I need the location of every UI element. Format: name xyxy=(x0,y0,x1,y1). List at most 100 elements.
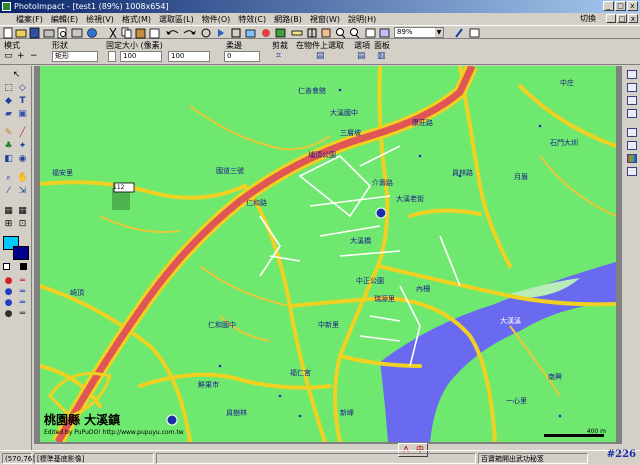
document-panel-icon[interactable] xyxy=(627,128,637,137)
web-icon[interactable] xyxy=(87,28,97,38)
options-button[interactable]: ▤ xyxy=(357,51,366,62)
transform-tool-icon[interactable]: ⇲ xyxy=(17,186,28,197)
swap-colors-icon[interactable] xyxy=(3,263,10,270)
wand-tool-icon[interactable]: ◆ xyxy=(3,96,14,107)
dropper-icon[interactable] xyxy=(455,28,463,38)
layer-icon[interactable] xyxy=(275,28,286,38)
hand-icon[interactable] xyxy=(321,28,331,38)
background-color-swatch[interactable] xyxy=(13,246,29,260)
close-button[interactable]: x xyxy=(627,1,638,11)
fixed-size-checkbox[interactable] xyxy=(108,51,116,62)
blue-palette-icon[interactable]: ● xyxy=(3,298,14,309)
feather-field[interactable]: 0 xyxy=(224,51,260,62)
button-designer-icon[interactable]: ⊡ xyxy=(17,219,28,230)
paint-tool-icon[interactable]: ✎ xyxy=(3,128,14,139)
doc-restore-button[interactable]: □ xyxy=(617,14,627,23)
menu-selection[interactable]: 選取區(L) xyxy=(159,14,194,25)
height-field[interactable]: 100 xyxy=(168,51,210,62)
text-tool-icon[interactable]: T xyxy=(17,96,28,107)
info-panel-icon[interactable] xyxy=(627,167,637,176)
copy-icon[interactable] xyxy=(121,27,132,39)
crop-button[interactable]: ⌗ xyxy=(276,51,281,62)
width-field[interactable]: 100 xyxy=(120,51,162,62)
doc-close-button[interactable]: x xyxy=(628,14,638,23)
zoom-out-icon[interactable] xyxy=(350,28,360,39)
menu-format[interactable]: 格式(M) xyxy=(122,14,151,25)
shape-select[interactable]: 矩形 xyxy=(52,51,98,62)
brush-tool-icon[interactable]: ╱ xyxy=(17,128,28,139)
undo-icon[interactable] xyxy=(166,30,179,35)
scan-icon[interactable] xyxy=(71,28,83,38)
menu-effect[interactable]: 特效(C) xyxy=(238,14,266,25)
blue-palette-icon[interactable]: ● xyxy=(3,287,14,298)
maximize-button[interactable]: □ xyxy=(615,1,626,11)
menu-web[interactable]: 網路(B) xyxy=(274,14,302,25)
ruler-icon[interactable] xyxy=(291,30,303,36)
blue-palette-icon[interactable]: ═ xyxy=(17,287,28,298)
color-panel-icon[interactable] xyxy=(627,154,637,163)
paste-icon[interactable] xyxy=(135,28,146,39)
pick-tool-icon[interactable]: ↖ xyxy=(11,70,22,81)
rotate-icon[interactable] xyxy=(201,28,211,38)
eyedropper-tool-icon[interactable]: ⁄ xyxy=(3,186,14,197)
preview-icon[interactable] xyxy=(57,27,67,39)
doc-minimize-button[interactable]: _ xyxy=(606,14,616,23)
menu-window[interactable]: 視窗(W) xyxy=(310,14,340,25)
photoimpact-app-icon[interactable] xyxy=(2,2,11,11)
retouch-tool-icon[interactable]: ✦ xyxy=(17,141,28,152)
gray-palette-icon[interactable]: ● xyxy=(3,309,14,320)
save-icon[interactable] xyxy=(29,27,40,39)
gray-palette-icon[interactable]: ═ xyxy=(17,309,28,320)
map-image[interactable]: 112 仁善會館 大溪國中 三層坡 埔頂公園 員林路 國道三號 介壽路 仁和路 … xyxy=(40,66,616,442)
menu-object[interactable]: 物件(O) xyxy=(202,14,231,25)
blue-palette-icon[interactable]: ═ xyxy=(17,298,28,309)
web-tool-icon[interactable]: ▦ xyxy=(3,206,14,217)
open-icon[interactable] xyxy=(15,29,27,38)
reset-colors-icon[interactable] xyxy=(20,263,27,270)
subtract-mode-icon[interactable]: − xyxy=(30,51,38,62)
menu-file[interactable]: 檔案(F) xyxy=(16,14,43,25)
easy-palette-icon[interactable] xyxy=(627,83,637,92)
component-designer-icon[interactable]: ⊞ xyxy=(3,219,14,230)
shape-tool-icon[interactable]: ▣ xyxy=(17,109,28,120)
actual-size-icon[interactable] xyxy=(379,28,390,38)
fit-icon[interactable] xyxy=(365,28,376,38)
menu-help[interactable]: 說明(H) xyxy=(348,14,376,25)
quick-command-icon[interactable] xyxy=(627,109,637,118)
eraser-tool-icon[interactable]: ◧ xyxy=(3,154,14,165)
fill-tool-icon[interactable]: ◉ xyxy=(17,154,28,165)
new-icon[interactable] xyxy=(3,27,13,39)
color-icon[interactable] xyxy=(262,29,270,37)
redo-icon[interactable] xyxy=(183,30,196,35)
select-on-object-button[interactable]: ▤ xyxy=(316,51,325,62)
path-tool-icon[interactable]: ▰ xyxy=(3,109,14,120)
switch-mode-label[interactable]: 切換 xyxy=(580,13,596,25)
resize-icon[interactable] xyxy=(245,29,256,38)
help-icon[interactable] xyxy=(469,28,480,38)
duplicate-icon[interactable] xyxy=(149,28,160,39)
zoom-select[interactable]: 89% ▼ xyxy=(394,27,444,38)
red-palette-icon[interactable]: ● xyxy=(3,276,14,287)
crop-icon[interactable] xyxy=(231,28,241,38)
layer-manager-icon[interactable] xyxy=(627,70,637,79)
selection-tool-icon[interactable]: ⬚ xyxy=(3,83,14,94)
add-mode-icon[interactable]: + xyxy=(17,51,25,62)
select-mode-icon[interactable]: ▭ xyxy=(4,51,13,62)
red-palette-icon[interactable]: ═ xyxy=(17,276,28,287)
object-manager-icon[interactable] xyxy=(627,96,637,105)
clone-tool-icon[interactable]: ♣ xyxy=(3,141,14,152)
history-panel-icon[interactable] xyxy=(627,141,637,150)
minimize-button[interactable]: _ xyxy=(603,1,614,11)
cut-icon[interactable] xyxy=(109,27,117,39)
print-icon[interactable] xyxy=(43,29,55,38)
image-slicer-icon[interactable]: ▦ xyxy=(17,206,28,217)
grid-icon[interactable] xyxy=(307,28,317,38)
chevron-down-icon[interactable]: ▼ xyxy=(435,28,443,37)
zoom-tool-icon[interactable]: ⌕ xyxy=(3,173,14,184)
zoom-in-icon[interactable] xyxy=(336,28,346,39)
menu-view[interactable]: 檢視(V) xyxy=(86,14,114,25)
lasso-tool-icon[interactable]: ◇ xyxy=(17,83,28,94)
flip-icon[interactable] xyxy=(218,29,224,37)
menu-edit[interactable]: 編輯(E) xyxy=(51,14,78,25)
hand-tool-icon[interactable]: ✋ xyxy=(17,173,28,184)
